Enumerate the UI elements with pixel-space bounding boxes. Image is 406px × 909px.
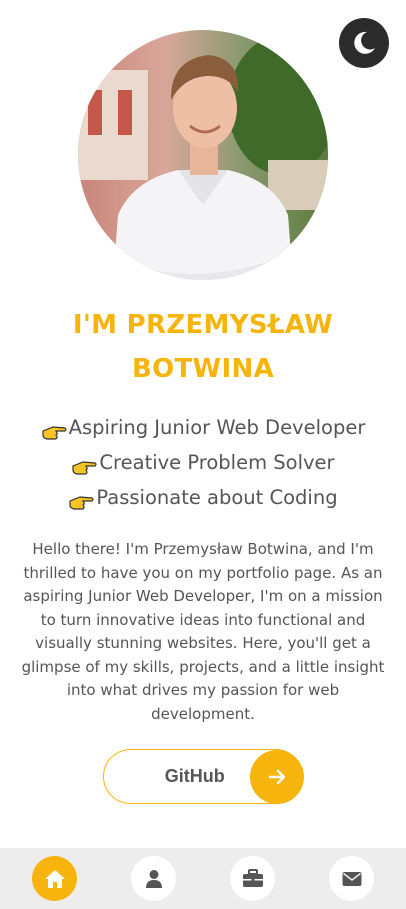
pointing-hand-icon [69,495,94,510]
trait-item: Passionate about Coding [0,480,406,515]
home-icon [44,869,65,888]
trait-label: Passionate about Coding [96,486,338,509]
trait-item: Creative Problem Solver [0,445,406,480]
envelope-icon [342,871,361,886]
moon-icon [354,31,375,54]
briefcase-icon [242,869,263,887]
page-title: I'M PRZEMYSŁAW BOTWINA [0,303,406,391]
nav-contact[interactable] [329,856,374,901]
profile-photo [78,30,328,280]
theme-toggle-button[interactable] [339,18,389,68]
github-button[interactable]: GitHub [103,749,304,804]
title-line-1: I'M PRZEMYSŁAW [72,310,334,340]
github-button-label: GitHub [164,766,225,786]
bottom-nav [0,848,406,909]
nav-portfolio[interactable] [230,856,275,901]
pointing-hand-icon [42,425,67,440]
nav-home[interactable] [32,856,77,901]
arrow-right-icon [249,749,304,804]
pointing-hand-icon [72,460,98,475]
intro-paragraph: Hello there! I'm Przemysław Botwina, and… [21,540,385,723]
traits-list: Aspiring Junior Web Developer Creative P… [0,410,406,515]
user-icon [145,869,162,888]
trait-label: Creative Problem Solver [99,451,335,474]
title-line-2: BOTWINA [132,354,274,384]
nav-about[interactable] [131,856,176,901]
trait-item: Aspiring Junior Web Developer [0,410,406,445]
trait-label: Aspiring Junior Web Developer [68,416,366,439]
